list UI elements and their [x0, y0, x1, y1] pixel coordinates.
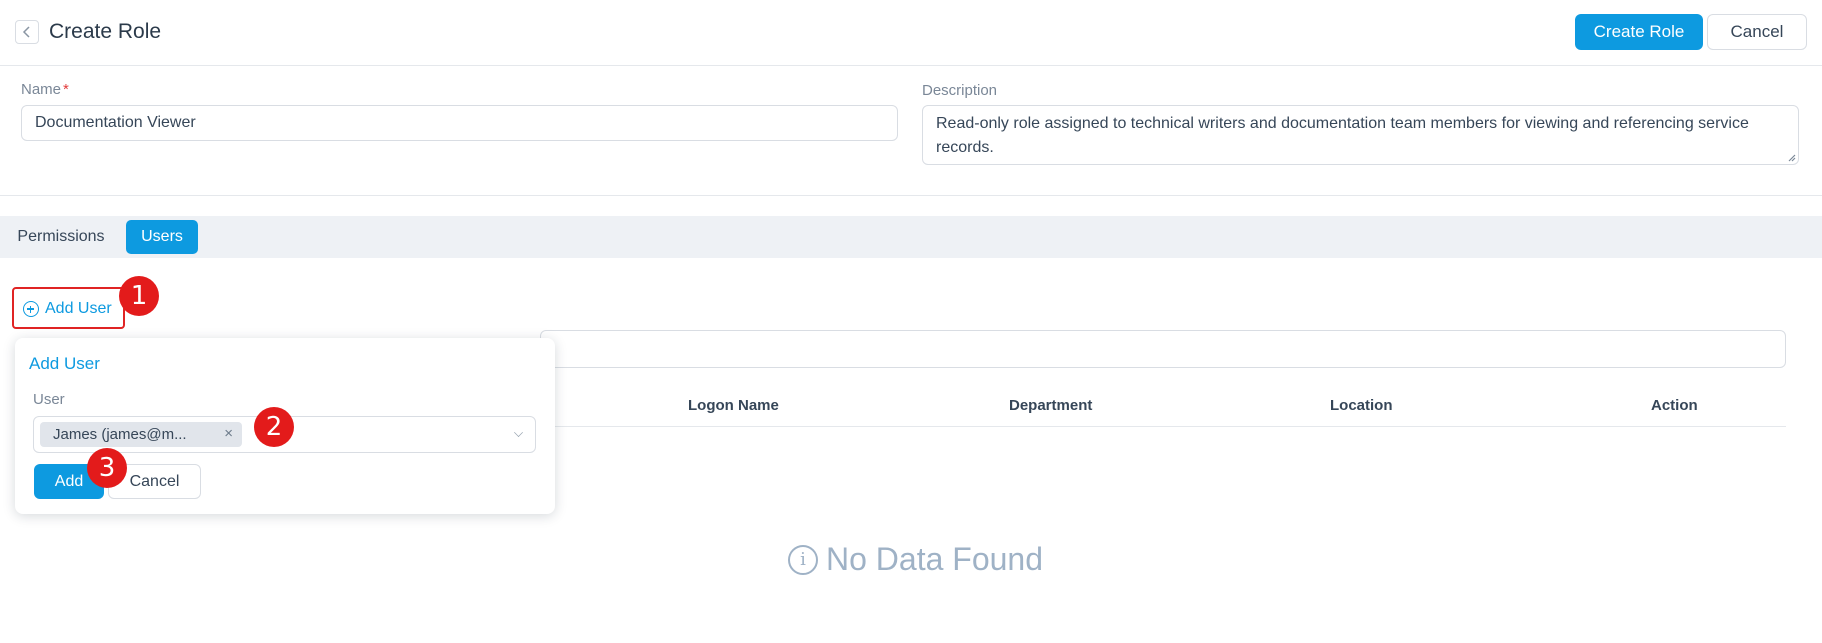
- create-role-button[interactable]: Create Role: [1575, 14, 1703, 50]
- column-header-department: Department: [1009, 397, 1093, 414]
- chevron-left-icon: [22, 26, 30, 38]
- annotation-badge-3: 3: [87, 448, 127, 488]
- search-input[interactable]: [540, 330, 1786, 368]
- description-textarea[interactable]: Read-only role assigned to technical wri…: [922, 105, 1799, 165]
- selected-user-tag: James (james@m... ×: [40, 422, 242, 447]
- tab-users[interactable]: Users: [126, 220, 198, 254]
- user-field-label: User: [33, 391, 65, 408]
- chevron-down-icon[interactable]: [514, 428, 523, 437]
- empty-state: i No Data Found: [788, 541, 1043, 578]
- required-mark: *: [63, 81, 69, 98]
- column-header-location: Location: [1330, 397, 1393, 414]
- info-circle-icon: i: [788, 544, 818, 575]
- page-title: Create Role: [49, 20, 162, 43]
- annotation-badge-1: 1: [119, 276, 159, 316]
- annotation-highlight: [12, 287, 125, 329]
- divider: [0, 195, 1822, 196]
- description-label: Description: [922, 82, 998, 99]
- back-button[interactable]: [15, 20, 39, 44]
- tab-bar: Permissions Users: [0, 216, 1822, 258]
- selected-user-label: James (james@m...: [53, 426, 187, 443]
- page-header: Create Role Create Role Cancel: [0, 0, 1822, 66]
- name-input[interactable]: Documentation Viewer: [21, 105, 898, 141]
- resize-handle-icon[interactable]: [1786, 152, 1796, 162]
- column-header-action: Action: [1651, 397, 1698, 414]
- empty-state-text: No Data Found: [826, 541, 1044, 577]
- tab-permissions[interactable]: Permissions: [6, 220, 116, 254]
- table-header-divider: [540, 426, 1786, 427]
- popover-title: Add User: [29, 354, 100, 373]
- close-icon[interactable]: ×: [224, 425, 233, 442]
- name-label: Name *: [21, 81, 69, 98]
- name-label-text: Name: [21, 81, 62, 98]
- cancel-button[interactable]: Cancel: [1707, 14, 1807, 50]
- description-text: Read-only role assigned to technical wri…: [936, 115, 1749, 156]
- column-header-logon-name: Logon Name: [688, 397, 779, 414]
- annotation-badge-2: 2: [254, 407, 294, 447]
